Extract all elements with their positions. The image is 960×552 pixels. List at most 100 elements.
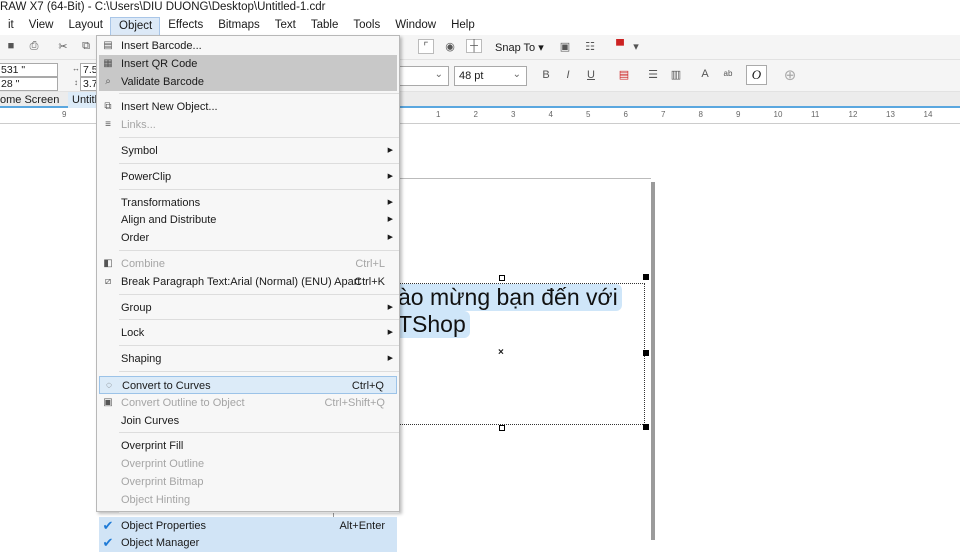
add-icon[interactable]: ⊕	[782, 66, 798, 84]
menu-item-insert-barcode[interactable]: ▤ Insert Barcode...	[99, 37, 397, 55]
menu-table[interactable]: Table	[303, 17, 346, 35]
menu-item-convert-to-curves[interactable]: ◌ Convert to Curves Ctrl+Q	[99, 376, 397, 394]
show-guidelines-icon[interactable]: ┼	[466, 39, 482, 53]
menu-window[interactable]: Window	[387, 17, 443, 35]
menu-item-powerclip[interactable]: PowerClip ▶	[99, 168, 397, 186]
center-mark-icon: ×	[498, 347, 504, 358]
copy-icon[interactable]: ⧉	[78, 40, 94, 53]
show-grid-icon[interactable]: ◉	[442, 40, 458, 53]
menu-item-label: Overprint Fill	[121, 440, 184, 453]
menu-item-shortcut: Ctrl+Q	[351, 380, 384, 392]
menu-separator	[119, 137, 399, 138]
bullet-list-icon[interactable]: ☰	[645, 68, 661, 81]
menu-item-label: Links...	[121, 119, 156, 132]
menu-text[interactable]: Text	[267, 17, 303, 35]
menu-separator	[119, 162, 399, 164]
font-size-dropdown[interactable]: 48 pt ⌄	[454, 66, 527, 86]
resize-handle-top-right[interactable]	[643, 274, 649, 280]
drop-cap-icon[interactable]: ▥	[668, 68, 684, 81]
resize-handle-bottom[interactable]	[499, 425, 505, 431]
menu-bar: it View Layout Object Effects Bitmaps Te…	[0, 17, 960, 35]
y-position-field[interactable]: 28 "	[0, 77, 58, 91]
submenu-arrow-icon: ▶	[387, 216, 393, 224]
launch-icon[interactable]: ▀	[612, 40, 628, 52]
menu-item-label: Lock	[121, 327, 145, 340]
ruler-label: 13	[886, 110, 895, 119]
menu-item-object-manager[interactable]: ✔ Object Manager	[99, 534, 397, 552]
ruler-label: 9	[62, 110, 67, 119]
menu-item-symbol[interactable]: Symbol ▶	[99, 142, 397, 160]
show-rulers-icon[interactable]: ⌜	[418, 39, 434, 54]
text-properties-icon[interactable]: A	[697, 68, 713, 80]
menu-edit[interactable]: it	[0, 17, 21, 35]
welcome-screen-icon[interactable]: ▣	[557, 40, 573, 53]
menu-separator	[119, 432, 399, 434]
menu-item-align-and-distribute[interactable]: Align and Distribute ▶	[99, 211, 397, 229]
ruler-label: 12	[848, 110, 858, 119]
menu-item-label: Overprint Outline	[121, 458, 205, 471]
menu-item-lock[interactable]: Lock ▶	[99, 324, 397, 342]
menu-object[interactable]: Object	[110, 17, 161, 35]
menu-item-shortcut: Ctrl+L	[355, 258, 385, 270]
menu-item-group[interactable]: Group ▶	[99, 299, 397, 317]
launch-dropdown-icon[interactable]: ▾	[628, 40, 644, 53]
ruler-label: 1	[436, 110, 441, 119]
menu-separator	[119, 511, 399, 513]
menu-item-insert-qr-code[interactable]: ▦ Insert QR Code	[99, 54, 397, 73]
font-family-dropdown[interactable]: ⌄	[399, 66, 449, 86]
text-align-icon[interactable]: ▤	[616, 68, 632, 81]
save-icon[interactable]: ■	[3, 40, 19, 52]
text-line-2[interactable]: TShop	[398, 311, 470, 338]
submenu-arrow-icon: ▶	[387, 355, 393, 363]
menu-item-break-paragraph-text-arial-normal-enu-apart[interactable]: ⧄ Break Paragraph Text:Arial (Normal) (EN…	[99, 273, 397, 291]
text-line-1[interactable]: ào mừng bạn đến với	[398, 284, 622, 311]
opentype-button[interactable]: O	[746, 65, 767, 85]
ruler-label: 6	[623, 110, 628, 119]
menu-help[interactable]: Help	[443, 17, 482, 35]
resize-handle-top[interactable]	[499, 275, 505, 281]
menu-separator	[119, 188, 399, 190]
menu-item-overprint-outline: Overprint Outline	[99, 455, 397, 473]
menu-item-label: Validate Barcode	[121, 75, 204, 88]
menu-bitmaps[interactable]: Bitmaps	[210, 17, 267, 35]
ruler-label: 10	[773, 110, 783, 119]
cut-icon[interactable]: ✂	[55, 40, 71, 53]
bold-icon[interactable]: B	[538, 69, 554, 81]
resize-handle-right[interactable]	[643, 350, 649, 356]
menu-item-label: Insert Barcode...	[121, 40, 202, 52]
snap-to-label: Snap To	[495, 42, 536, 54]
menu-view[interactable]: View	[21, 17, 61, 35]
menu-item-join-curves[interactable]: Join Curves	[99, 412, 397, 430]
snap-to-button[interactable]: Snap To ▾	[495, 41, 544, 54]
menu-layout[interactable]: Layout	[60, 17, 110, 35]
submenu-arrow-icon: ▶	[387, 303, 393, 311]
menu-item-label: Combine	[121, 258, 166, 270]
edit-text-icon[interactable]: ab	[720, 69, 736, 78]
menu-item-label: Convert to Curves	[122, 380, 211, 392]
options-icon[interactable]: ☷	[582, 40, 598, 53]
tab-welcome-screen[interactable]: ome Screen	[0, 92, 68, 108]
menu-item-label: Transformations	[121, 196, 201, 209]
magnifier-icon: ⌕	[105, 75, 111, 87]
menu-item-object-properties[interactable]: ✔ Object Properties Alt+Enter	[99, 516, 397, 535]
insert-object-icon: ⧉	[104, 101, 112, 113]
barcode-icon: ▤	[103, 40, 113, 51]
menu-item-insert-new-object[interactable]: ⧉ Insert New Object...	[99, 98, 397, 116]
resize-handle-bottom-right[interactable]	[643, 424, 649, 430]
underline-icon[interactable]: U	[583, 69, 599, 81]
menu-effects[interactable]: Effects	[160, 17, 210, 35]
menu-tools[interactable]: Tools	[345, 17, 387, 35]
menu-item-validate-barcode[interactable]: ⌕ Validate Barcode	[99, 72, 397, 91]
menu-item-label: Object Hinting	[121, 493, 191, 506]
menu-item-order[interactable]: Order ▶	[99, 229, 397, 247]
object-menu-dropdown: ▤ Insert Barcode... ▦ Insert QR Code ⌕ Valida…	[96, 35, 400, 552]
italic-icon[interactable]: I	[560, 69, 576, 81]
menu-item-shaping[interactable]: Shaping ▶	[99, 350, 397, 368]
x-position-field[interactable]: 531 "	[0, 63, 58, 77]
break-apart-icon: ⧄	[104, 275, 112, 287]
menu-item-transformations[interactable]: Transformations ▶	[99, 194, 397, 212]
menu-item-overprint-fill[interactable]: Overprint Fill	[99, 437, 397, 455]
menu-item-label: Join Curves	[121, 414, 180, 427]
print-icon[interactable]: ⎙	[26, 40, 42, 53]
menu-item-label: Order	[121, 232, 150, 245]
